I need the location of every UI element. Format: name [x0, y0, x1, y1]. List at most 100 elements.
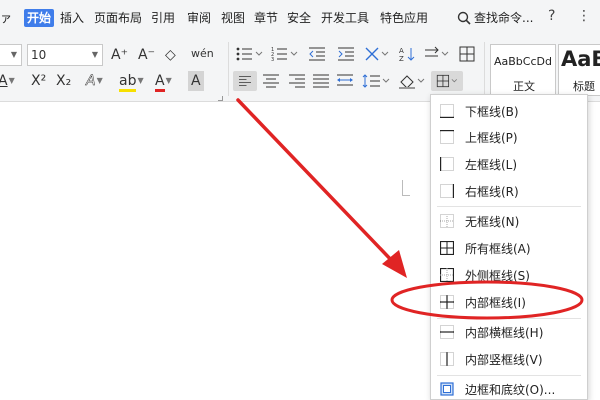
underline-button[interactable]: A▼ — [0, 71, 15, 91]
menu-item-inside-borders[interactable]: 内部框线(I) — [431, 290, 587, 314]
borders-icon[interactable] — [431, 71, 463, 91]
tab-insert[interactable]: 插入 — [60, 9, 84, 27]
table-icon[interactable] — [459, 46, 475, 62]
chevron-down-icon: ▼ — [137, 76, 144, 85]
top-border-icon — [440, 130, 454, 144]
menu-item-label: 内部竖框线(V) — [465, 352, 543, 367]
menu-item-label: 内部框线(I) — [465, 295, 526, 310]
menu-item-no-border[interactable]: 无框线(N) — [431, 209, 587, 233]
style-heading[interactable]: AaB 标题 — [558, 44, 600, 96]
all-borders-icon — [440, 241, 454, 255]
menu-item-label: 无框线(N) — [465, 214, 520, 229]
no-border-icon — [440, 214, 454, 228]
clear-format-button[interactable]: ◇ — [165, 45, 176, 65]
paragraph-corner-mark — [402, 180, 410, 196]
shrink-font-button[interactable]: A⁻ — [138, 45, 155, 65]
menu-item-bottom-border[interactable]: 下框线(B) — [431, 99, 587, 123]
increase-indent-icon[interactable] — [337, 46, 355, 62]
menu-item-left-border[interactable]: 左框线(L) — [431, 152, 587, 176]
chevron-down-icon: ▼ — [165, 76, 172, 85]
home-toolbar: ▼ 10 ▼ A⁺ A⁻ ◇ wén A▼ X² X₂ A▼ ab▼ A▼ A … — [0, 36, 600, 102]
menu-separator — [437, 375, 581, 376]
outside-borders-icon — [440, 268, 454, 282]
inside-horizontal-border-icon — [440, 325, 454, 339]
grow-font-button[interactable]: A⁺ — [111, 45, 128, 65]
tab-security[interactable]: 安全 — [287, 9, 311, 27]
numbering-icon[interactable]: 123 — [271, 46, 299, 62]
menu-item-label: 外侧框线(S) — [465, 268, 530, 283]
svg-text:Z: Z — [399, 55, 404, 62]
tab-review[interactable]: 审阅 — [187, 9, 211, 27]
superscript-button[interactable]: X² — [31, 71, 46, 91]
font-size-value: 10 — [31, 48, 47, 62]
subscript-button[interactable]: X₂ — [56, 71, 71, 91]
style-normal[interactable]: AaBbCcDd 正文 — [490, 44, 556, 96]
menu-item-top-border[interactable]: 上框线(P) — [431, 125, 587, 149]
phonetic-guide-button[interactable]: wén — [191, 44, 214, 64]
sort-icon[interactable]: AZ — [399, 46, 415, 62]
font-dialog-launcher[interactable] — [218, 96, 223, 101]
help-icon[interactable]: ? — [548, 8, 555, 24]
divider — [228, 42, 229, 96]
highlight-button[interactable]: ab▼ — [119, 71, 144, 92]
menu-item-borders-and-shading[interactable]: 边框和底纹(O)... — [431, 377, 587, 400]
svg-text:A: A — [399, 47, 404, 55]
char-shading-button[interactable]: A — [188, 71, 204, 91]
search-label: 查找命令... — [474, 11, 534, 25]
tab-references[interactable]: 引用 — [151, 9, 175, 27]
inside-borders-icon — [440, 295, 454, 309]
menu-item-right-border[interactable]: 右框线(R) — [431, 179, 587, 203]
justify-icon[interactable] — [313, 73, 329, 89]
menu-separator — [437, 318, 581, 319]
underline-icon: A — [0, 73, 8, 89]
align-center-icon[interactable] — [263, 73, 279, 89]
font-color-button[interactable]: A▼ — [155, 71, 172, 92]
inside-vertical-border-icon — [440, 352, 454, 366]
align-right-icon[interactable] — [289, 73, 305, 89]
right-border-icon — [440, 184, 454, 198]
tab-prev[interactable]: ァ — [0, 9, 12, 27]
bottom-border-icon — [440, 104, 454, 118]
menu-item-label: 边框和底纹(O)... — [465, 382, 556, 397]
style-heading-sample: AaB — [561, 47, 600, 71]
menu-item-all-borders[interactable]: 所有框线(A) — [431, 236, 587, 260]
tab-view[interactable]: 视图 — [221, 9, 245, 27]
align-left-icon[interactable] — [233, 71, 257, 91]
divider — [484, 42, 485, 96]
decrease-indent-icon[interactable] — [308, 46, 326, 62]
tab-special-apps[interactable]: 特色应用 — [380, 9, 428, 27]
shading-icon[interactable] — [398, 73, 426, 89]
font-name-field[interactable]: ▼ — [0, 44, 22, 66]
more-options-icon[interactable]: ⋮ — [577, 8, 591, 24]
bullets-icon[interactable] — [236, 46, 264, 62]
menu-item-inside-vertical-border[interactable]: 内部竖框线(V) — [431, 347, 587, 371]
chevron-down-icon: ▼ — [91, 50, 98, 59]
command-search[interactable]: 查找命令... — [457, 9, 533, 27]
text-effect-label: A — [86, 73, 96, 90]
tab-chapter[interactable]: 章节 — [254, 9, 278, 27]
text-effect-button[interactable]: A▼ — [86, 71, 103, 91]
chevron-down-icon: ▼ — [10, 50, 17, 59]
distribute-icon[interactable] — [336, 73, 354, 89]
menu-item-inside-horizontal-border[interactable]: 内部横框线(H) — [431, 320, 587, 344]
highlight-label: ab — [119, 73, 137, 92]
menu-item-outside-borders[interactable]: 外侧框线(S) — [431, 263, 587, 287]
chevron-down-icon: ▼ — [96, 76, 103, 85]
font-color-label: A — [155, 73, 165, 92]
menu-bar: ァ 开始 插入 页面布局 引用 审阅 视图 章节 安全 开发工具 特色应用 查找… — [0, 0, 600, 36]
tab-page-layout[interactable]: 页面布局 — [94, 9, 142, 27]
borders-dropdown-menu: 下框线(B) 上框线(P) 左框线(L) 右框线(R) 无框线(N) 所有框线(… — [430, 94, 588, 400]
borders-shading-icon — [440, 382, 454, 396]
chevron-down-icon: ▼ — [8, 76, 15, 85]
line-spacing-icon[interactable] — [362, 73, 390, 89]
tab-start[interactable]: 开始 — [24, 9, 55, 27]
left-border-icon — [440, 157, 454, 171]
chinese-layout-icon[interactable] — [364, 46, 390, 62]
style-heading-label: 标题 — [573, 80, 595, 93]
font-size-field[interactable]: 10 ▼ — [27, 44, 103, 66]
style-normal-sample: AaBbCcDd — [494, 55, 552, 68]
menu-item-label: 左框线(L) — [465, 157, 518, 172]
tab-developer-tools[interactable]: 开发工具 — [321, 9, 369, 27]
show-hide-icon[interactable] — [424, 46, 450, 62]
svg-text:3: 3 — [271, 57, 274, 62]
